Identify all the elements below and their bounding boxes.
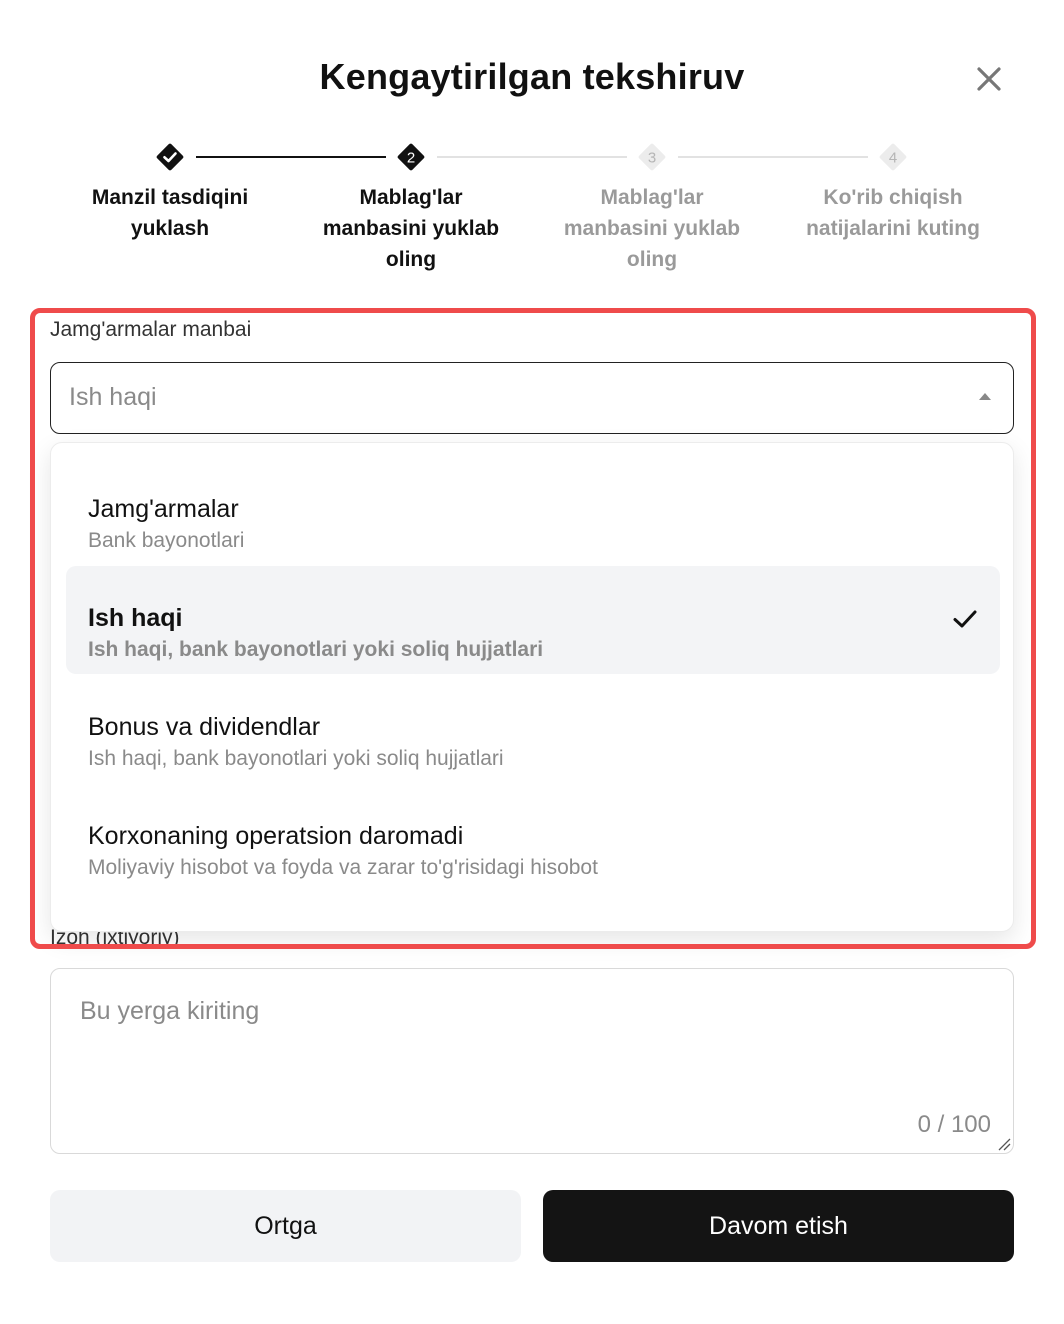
step-2-label: Mablag'lar manbasini yuklab oling	[322, 186, 500, 271]
step-1-check-icon	[156, 143, 184, 171]
step-1-label: Manzil tasdiqini yuklash	[91, 186, 249, 240]
step-4-number: 4	[889, 150, 897, 167]
step-3-number: 3	[648, 150, 656, 167]
step-2-marker: 2	[397, 143, 425, 171]
step-2-number: 2	[407, 150, 415, 167]
option-subtitle: Moliyaviy hisobot va foyda va zarar to'g…	[88, 856, 598, 879]
close-icon[interactable]	[972, 62, 1006, 96]
character-counter: 0 / 100	[917, 1111, 991, 1138]
dropdown-option-savings[interactable]: Jamg'armalar Bank bayonotlari	[66, 457, 1000, 565]
source-field-label: Jamg'armalar manbai	[50, 318, 252, 341]
step-connector-1	[196, 156, 386, 158]
option-title: Jamg'armalar	[88, 495, 239, 523]
option-title: Ish haqi	[88, 604, 183, 632]
step-4-marker: 4	[879, 143, 907, 171]
resize-handle-icon[interactable]	[997, 1137, 1011, 1151]
option-subtitle: Ish haqi, bank bayonotlari yoki soliq hu…	[88, 747, 504, 770]
step-3-label: Mablag'lar manbasini yuklab oling	[563, 186, 741, 271]
step-connector-2	[437, 156, 627, 158]
dropdown-option-salary[interactable]: Ish haqi Ish haqi, bank bayonotlari yoki…	[66, 566, 1000, 674]
note-placeholder: Bu yerga kiriting	[80, 997, 260, 1025]
source-select-value: Ish haqi	[69, 383, 157, 411]
option-title: Bonus va dividendlar	[88, 713, 321, 741]
source-select[interactable]: Ish haqi	[50, 362, 1014, 434]
dialog-title: Kengaytirilgan tekshiruv	[319, 56, 745, 97]
continue-button[interactable]: Davom etish	[543, 1190, 1014, 1262]
option-subtitle: Bank bayonotlari	[88, 529, 245, 552]
dropdown-option-bonus[interactable]: Bonus va dividendlar Ish haqi, bank bayo…	[66, 675, 1000, 783]
caret-up-icon	[979, 393, 991, 400]
step-4-label: Ko'rib chiqish natijalarini kuting	[806, 186, 980, 240]
note-textarea[interactable]: Bu yerga kiriting 0 / 100	[50, 968, 1014, 1154]
option-subtitle: Ish haqi, bank bayonotlari yoki soliq hu…	[88, 638, 544, 661]
back-button[interactable]: Ortga	[50, 1190, 521, 1262]
step-3-marker: 3	[638, 143, 666, 171]
check-icon	[953, 610, 977, 628]
dropdown-option-business-income[interactable]: Korxonaning operatsion daromadi Moliyavi…	[66, 784, 1000, 892]
option-title: Korxonaning operatsion daromadi	[88, 822, 464, 850]
step-connector-3	[678, 156, 868, 158]
source-dropdown: Jamg'armalar Bank bayonotlari Ish haqi I…	[50, 442, 1014, 932]
